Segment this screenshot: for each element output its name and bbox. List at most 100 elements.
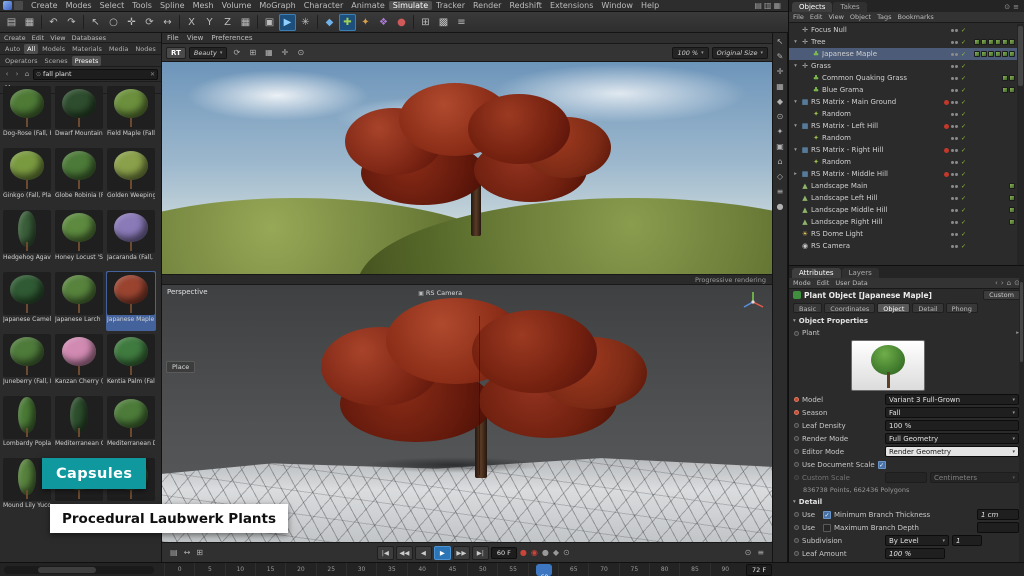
enabled-check-icon[interactable]: ✓ <box>960 99 967 106</box>
enabled-check-icon[interactable]: ✓ <box>960 51 967 58</box>
object-tree-item[interactable]: ♣ Common Quaking Grass ✓ <box>789 72 1017 84</box>
plant-asset[interactable]: Ginkgo (Fall, Plant) <box>2 147 52 207</box>
side-tool-icon[interactable]: ≡ <box>773 185 787 198</box>
toolbar-icon[interactable]: ✛ <box>123 14 140 31</box>
visibility-dots[interactable] <box>951 41 958 44</box>
timeline-ruler[interactable]: 0 5 10 15 20 25 30 35 40 45 50 55 60 65 … <box>164 563 740 576</box>
expand-arrow-icon[interactable]: ▾ <box>792 123 799 129</box>
app-logo-icon[interactable] <box>3 1 12 10</box>
objects-menu-item[interactable]: Tags <box>877 13 891 21</box>
keyframe-dot[interactable] <box>794 462 799 467</box>
side-tool-icon[interactable]: ● <box>773 200 787 213</box>
toolbar-icon[interactable]: ↶ <box>45 14 62 31</box>
visibility-dots[interactable] <box>951 221 958 224</box>
side-tool-icon[interactable]: ⌂ <box>773 155 787 168</box>
objects-menu-item[interactable]: File <box>793 13 804 21</box>
enabled-check-icon[interactable]: ✓ <box>960 231 967 238</box>
toolbar-icon[interactable]: X <box>183 14 200 31</box>
expand-arrow-icon[interactable]: ▾ <box>792 63 799 69</box>
render-view-icon[interactable]: ⊙ <box>294 48 307 57</box>
plant-asset[interactable]: Jacaranda (Fall, Plant) <box>106 209 156 269</box>
asset-tab[interactable]: Models <box>39 44 68 54</box>
expand-arrow-icon[interactable]: ▾ <box>792 99 799 105</box>
visibility-dots[interactable] <box>951 101 958 104</box>
object-tree-item[interactable]: ▲ Landscape Right Hill ✓ <box>789 216 1017 228</box>
side-tool-icon[interactable]: ◇ <box>773 170 787 183</box>
objects-menu-item[interactable]: Edit <box>810 13 823 21</box>
keyframe-dot[interactable] <box>794 436 799 441</box>
render-view-icon[interactable]: ✛ <box>278 48 291 57</box>
plant-asset[interactable]: Field Maple (Fall, Plant) <box>106 85 156 145</box>
render-preview-viewport[interactable] <box>162 62 772 274</box>
visibility-dots[interactable] <box>951 197 958 200</box>
asset-menu-item[interactable]: View <box>50 34 65 42</box>
model-dropdown[interactable]: Variant 3 Full-Grown▾ <box>885 394 1019 405</box>
enabled-check-icon[interactable]: ✓ <box>960 243 967 250</box>
menubar-item[interactable]: Render <box>469 1 505 10</box>
toolbar-icon[interactable]: ▦ <box>21 14 38 31</box>
attribute-section-tab[interactable]: Object <box>877 303 910 313</box>
search-input[interactable] <box>43 70 148 78</box>
detail-section-header[interactable]: ▾Detail <box>789 496 1024 508</box>
toolbar-icon[interactable] <box>179 15 180 29</box>
plant-preview-thumbnail[interactable] <box>851 340 925 391</box>
asset-subtab[interactable]: Scenes <box>41 56 70 66</box>
subdivision-level-field[interactable]: 1 <box>952 535 982 546</box>
toolbar-icon[interactable]: ❖ <box>375 14 392 31</box>
plant-asset[interactable]: Juneberry (Fall, Plant) <box>2 333 52 393</box>
plant-asset[interactable]: Mediterranean Dwarf ... <box>106 395 156 455</box>
render-view-icon[interactable]: ▦ <box>262 48 275 57</box>
attributes-header-icon[interactable]: ⌂ <box>1007 279 1011 287</box>
visibility-dots[interactable] <box>951 125 958 128</box>
keyframe-dot[interactable] <box>794 551 799 556</box>
record-icon[interactable]: ● <box>520 548 527 557</box>
menubar-item[interactable]: Select <box>96 1 129 10</box>
enabled-check-icon[interactable]: ✓ <box>960 135 967 142</box>
object-tree-item[interactable]: ▾ ▦ RS Matrix - Right Hill ✓ <box>789 144 1017 156</box>
render-view-icon[interactable]: ⊞ <box>246 48 259 57</box>
toolbar-icon[interactable] <box>83 15 84 29</box>
visibility-dots[interactable] <box>951 53 958 56</box>
plant-asset[interactable]: Mediterranean Cypres... <box>54 395 104 455</box>
place-tool-chip[interactable]: Place <box>166 361 195 373</box>
maple-tree-viewport[interactable] <box>321 298 650 478</box>
visibility-dots[interactable] <box>951 65 958 68</box>
toolbar-icon[interactable]: ◆ <box>321 14 338 31</box>
toolbar-icon[interactable]: ↖ <box>87 14 104 31</box>
keyframe-dot[interactable] <box>794 525 799 530</box>
window-layout-icon[interactable]: ▥ <box>764 1 772 10</box>
playhead[interactable]: 60 <box>536 564 552 576</box>
visibility-dots[interactable] <box>951 89 958 92</box>
toolbar-icon[interactable]: ↷ <box>63 14 80 31</box>
enabled-check-icon[interactable]: ✓ <box>960 207 967 214</box>
asset-tab[interactable]: Nodes <box>132 44 158 54</box>
object-tree-item[interactable]: ♣ Japanese Maple ✓ <box>789 48 1017 60</box>
side-tool-icon[interactable]: ◆ <box>773 95 787 108</box>
object-tree-item[interactable]: ♣ Blue Grama ✓ <box>789 84 1017 96</box>
min-branch-field[interactable]: 1 cm <box>977 509 1019 520</box>
objects-scrollbar[interactable] <box>1017 24 1024 265</box>
toolbar-icon[interactable]: ⊞ <box>417 14 434 31</box>
attributes-tab[interactable]: Attributes <box>792 268 841 278</box>
object-tree-item[interactable]: ▾ ✛ Grass ✓ <box>789 60 1017 72</box>
subdivision-dropdown[interactable]: By Level▾ <box>885 535 949 546</box>
objects-menu-item[interactable]: Object <box>850 13 871 21</box>
attribute-section-tab[interactable]: Basic <box>793 303 822 313</box>
visibility-dots[interactable] <box>951 149 958 152</box>
object-tree-item[interactable]: ✛ Focus Null ✓ <box>789 24 1017 36</box>
asset-subtab[interactable]: Operators <box>2 56 40 66</box>
record-icon[interactable]: ◉ <box>531 548 538 557</box>
transport-button[interactable]: ▶▶ <box>453 546 470 560</box>
leaf-amount-field[interactable]: 100 % <box>885 548 945 559</box>
plant-asset[interactable]: Lombardy Poplar (Fall... <box>2 395 52 455</box>
visibility-dots[interactable] <box>951 77 958 80</box>
current-frame-field[interactable]: 60 F <box>491 547 517 559</box>
visibility-dots[interactable] <box>951 113 958 116</box>
plant-asset[interactable]: Golden Weeping Willo... <box>106 147 156 207</box>
object-tree-item[interactable]: ▲ Landscape Left Hill ✓ <box>789 192 1017 204</box>
plant-asset[interactable]: Japanese Larch (Fall, ... <box>54 271 104 331</box>
visibility-dots[interactable] <box>951 137 958 140</box>
object-tree-item[interactable]: ▸ ▦ RS Matrix - Middle Hill ✓ <box>789 168 1017 180</box>
menubar-item[interactable]: Window <box>597 1 637 10</box>
object-tree-item[interactable]: ▾ ▦ RS Matrix - Left Hill ✓ <box>789 120 1017 132</box>
